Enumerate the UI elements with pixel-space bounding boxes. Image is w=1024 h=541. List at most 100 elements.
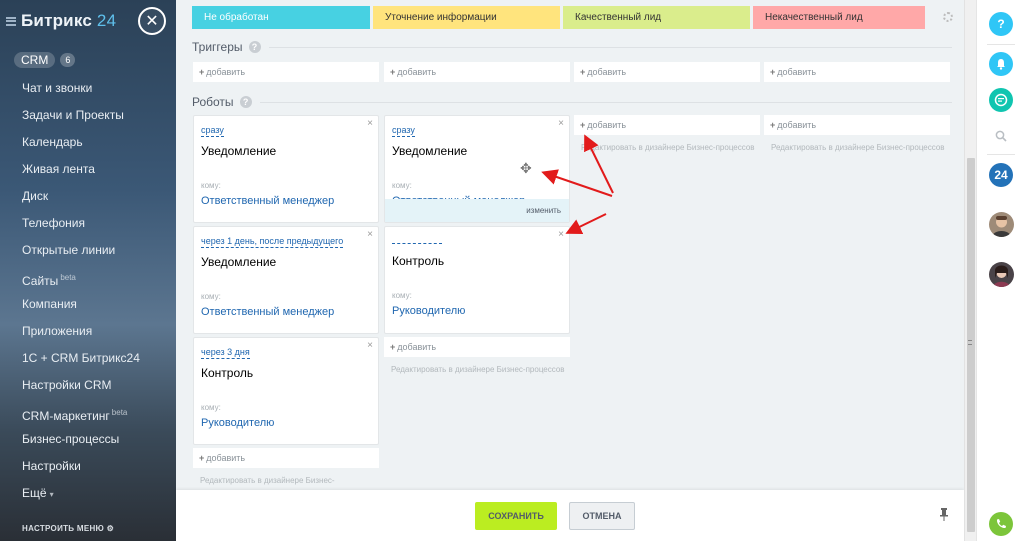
- avatar[interactable]: [989, 262, 1014, 287]
- add-trigger-button[interactable]: + добавить: [764, 62, 950, 82]
- sidebar-item[interactable]: Чат и звонки: [0, 75, 176, 102]
- stage-tab[interactable]: Некачественный лид: [753, 6, 925, 29]
- sidebar-item[interactable]: Настройки: [0, 453, 176, 480]
- recipient-value[interactable]: Ответственный менеджер: [201, 306, 371, 318]
- robot-card[interactable]: × Контроль кому: Руководителю: [384, 226, 570, 334]
- sidebar-item[interactable]: Компания: [0, 291, 176, 318]
- search-glyph: [995, 130, 1007, 142]
- robots-column-1: × сразу Уведомление кому: Ответственный мене…: [193, 115, 379, 486]
- menu-icon[interactable]: [6, 16, 16, 26]
- sidebar-item[interactable]: Телефония: [0, 210, 176, 237]
- configure-menu-link[interactable]: НАСТРОИТЬ МЕНЮ ⚙: [22, 524, 114, 533]
- add-robot-button[interactable]: + добавить: [574, 115, 760, 135]
- sidebar-item[interactable]: Открытые линии: [0, 237, 176, 264]
- sidebar-item[interactable]: Бизнес-процессы: [0, 426, 176, 453]
- help-icon[interactable]: ?: [239, 96, 252, 108]
- help-icon[interactable]: ?: [989, 12, 1013, 36]
- close-icon[interactable]: ×: [367, 340, 373, 351]
- sidebar-item-label: Живая лента: [22, 162, 95, 176]
- logo-number: 24: [96, 11, 117, 30]
- sidebar-item[interactable]: Сайты beta: [0, 264, 176, 291]
- scrollbar[interactable]: [964, 0, 976, 541]
- add-robot-button[interactable]: + добавить: [384, 337, 570, 357]
- sidebar-item-label: Телефония: [22, 216, 85, 230]
- stage-label: Не обработан: [204, 12, 269, 23]
- sidebar-item-label: Настройки CRM: [22, 378, 112, 392]
- pin-icon[interactable]: [940, 508, 948, 521]
- add-robot-button[interactable]: + добавить: [764, 115, 950, 135]
- bp-designer-hint[interactable]: Редактировать в дизайнере Бизнес-процесс…: [764, 142, 950, 153]
- recipient-value[interactable]: Руководителю: [392, 305, 562, 317]
- chat-icon[interactable]: [989, 88, 1013, 112]
- plus-icon: +: [770, 67, 776, 77]
- add-label: добавить: [587, 120, 627, 130]
- robot-card[interactable]: ×сразуУведомлениекому:Ответственный мене…: [193, 115, 379, 223]
- sidebar-item[interactable]: 1С + CRM Битрикс24: [0, 345, 176, 372]
- beta-badge: beta: [111, 408, 128, 417]
- sidebar-item[interactable]: Приложения: [0, 318, 176, 345]
- stages-settings-icon[interactable]: [943, 12, 953, 22]
- recipient-value[interactable]: Ответственный менеджер: [201, 195, 371, 207]
- sidebar-item-crm[interactable]: CRM 6: [0, 51, 176, 69]
- b24-network-icon[interactable]: 24: [989, 163, 1013, 187]
- logo[interactable]: Битрикс 24: [21, 11, 116, 31]
- help-icon[interactable]: ?: [248, 41, 261, 53]
- cancel-button[interactable]: ОТМЕНА: [569, 502, 635, 530]
- bp-designer-hint[interactable]: Редактировать в дизайнере Бизнес-процесс…: [574, 142, 760, 153]
- scroll-thumb[interactable]: [967, 158, 975, 532]
- add-trigger-button[interactable]: + добавить: [574, 62, 760, 82]
- add-label: добавить: [777, 120, 817, 130]
- stage-tab[interactable]: Не обработан: [192, 6, 370, 29]
- add-label: добавить: [587, 67, 627, 77]
- sidebar-item-label: Приложения: [22, 324, 93, 338]
- main-area: Не обработан Уточнение информации Качестве…: [176, 0, 964, 541]
- close-icon[interactable]: ×: [367, 118, 373, 129]
- add-label: добавить: [206, 453, 246, 463]
- add-robot-button[interactable]: + добавить: [193, 448, 379, 468]
- robot-delay-link[interactable]: через 3 дня: [201, 347, 250, 359]
- sidebar-item[interactable]: Ещё ▾: [0, 480, 176, 507]
- add-trigger-button[interactable]: + добавить: [384, 62, 570, 82]
- recipient-label: кому:: [201, 181, 221, 190]
- bp-designer-hint[interactable]: Редактировать в дизайнере Бизнес-процесс…: [384, 364, 570, 375]
- phone-icon[interactable]: [989, 512, 1013, 536]
- stage-tab[interactable]: Качественный лид: [563, 6, 750, 29]
- robot-delay-link[interactable]: [392, 238, 442, 244]
- bp-designer-hint[interactable]: Редактировать в дизайнере Бизнес-: [193, 475, 379, 486]
- search-icon[interactable]: [989, 124, 1013, 148]
- move-icon[interactable]: ✥: [520, 160, 532, 177]
- sidebar-item-label: Задачи и Проекты: [22, 108, 124, 122]
- robot-card[interactable]: ×сразуУведомлениекому:Ответственный мене…: [384, 115, 570, 223]
- robots-title: Роботы: [192, 95, 234, 109]
- sidebar-item[interactable]: Задачи и Проекты: [0, 102, 176, 129]
- bell-icon[interactable]: [989, 52, 1013, 76]
- edit-robot-button[interactable]: изменить: [385, 199, 569, 222]
- stage-label: Качественный лид: [575, 12, 662, 23]
- gear-icon: ⚙: [106, 524, 115, 533]
- robot-delay-link[interactable]: через 1 день, после предыдущего: [201, 236, 344, 248]
- close-icon[interactable]: ×: [367, 229, 373, 240]
- avatar[interactable]: [989, 212, 1014, 237]
- sidebar-item-label: Открытые линии: [22, 243, 116, 257]
- robot-card[interactable]: × через 1 день, после предыдущего Уведомле…: [193, 226, 379, 334]
- recipient-value[interactable]: Руководителю: [201, 417, 371, 429]
- robot-delay-link[interactable]: сразу: [201, 125, 224, 137]
- chat-glyph: [994, 93, 1008, 107]
- add-trigger-button[interactable]: + добавить: [193, 62, 379, 82]
- sidebar-item[interactable]: Диск: [0, 183, 176, 210]
- sidebar-item-label: Диск: [22, 189, 49, 203]
- close-icon[interactable]: ×: [558, 118, 564, 129]
- stage-tab[interactable]: Уточнение информации: [373, 6, 560, 29]
- add-label: добавить: [777, 67, 817, 77]
- robot-title: Контроль: [392, 254, 445, 268]
- sidebar-item[interactable]: Живая лента: [0, 156, 176, 183]
- sidebar-item[interactable]: CRM-маркетинг beta: [0, 399, 176, 426]
- robot-card[interactable]: × через 3 дня Контроль кому: Руководителю: [193, 337, 379, 445]
- sidebar-item[interactable]: Настройки CRM: [0, 372, 176, 399]
- close-icon[interactable]: ✕: [138, 7, 166, 35]
- save-button[interactable]: СОХРАНИТЬ: [475, 502, 557, 530]
- divider: [268, 46, 952, 48]
- close-icon[interactable]: ×: [558, 229, 564, 240]
- sidebar-item[interactable]: Календарь: [0, 129, 176, 156]
- robot-delay-link[interactable]: сразу: [392, 125, 415, 137]
